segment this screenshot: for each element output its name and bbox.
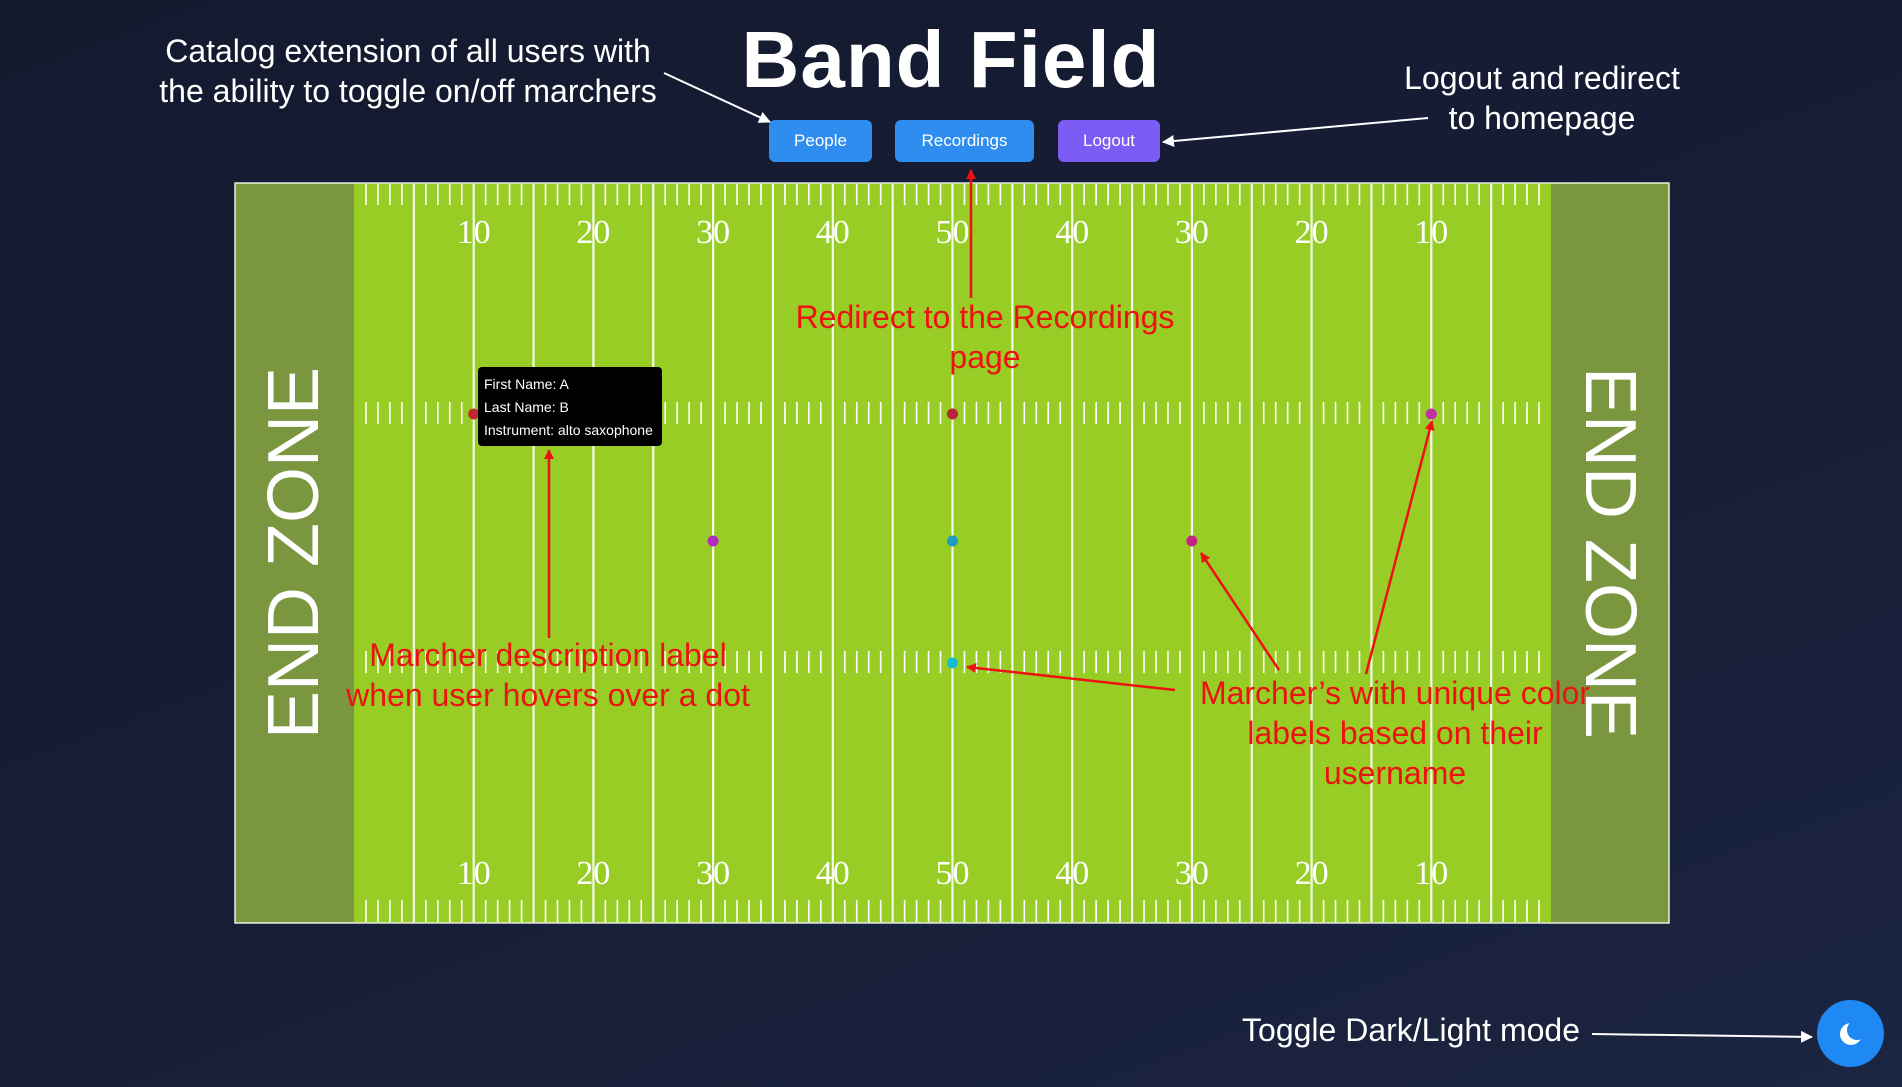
yard-number: 30 (696, 855, 730, 892)
marcher-dot (947, 657, 958, 669)
annotation-recordings-line: page (949, 339, 1021, 375)
yard-number: 50 (936, 855, 970, 892)
annotation-colors-line: labels based on their (1247, 715, 1543, 751)
annotation-people-line: Catalog extension of all users with (165, 33, 651, 69)
yard-number: 30 (1175, 214, 1209, 251)
yard-number: 20 (576, 214, 610, 251)
annotation-colors-line: username (1323, 755, 1467, 791)
marcher-dot (1425, 408, 1437, 420)
yard-number: 40 (816, 855, 850, 892)
football-field: 101020203030404050504040303020201010 END… (234, 72, 1813, 1043)
toggle-arrow (1591, 1030, 1813, 1043)
annotation-logout-line: Logout and redirect (1404, 60, 1680, 96)
marcher-dot (947, 535, 958, 547)
annotation-recordings-line: Redirect to the Recordings (795, 299, 1175, 335)
marcher-dot (707, 535, 719, 547)
marcher-tooltip: First Name: A Last Name: B Instrument: a… (478, 367, 662, 446)
yard-number: 10 (457, 855, 491, 892)
marcher-dot (947, 408, 958, 420)
yard-number: 40 (1055, 214, 1089, 251)
moon-icon (1839, 1019, 1866, 1045)
annotation-colors-line: Marcher’s with unique color (1199, 675, 1591, 711)
annotation-logout-line: to homepage (1448, 100, 1636, 136)
tooltip-first-name: First Name: A (484, 376, 569, 392)
yard-number: 40 (816, 214, 850, 251)
yard-number: 20 (1295, 855, 1329, 892)
annotation-toggle: Toggle Dark/Light mode (1242, 1012, 1580, 1048)
tooltip-instrument: Instrument: alto saxophone (484, 422, 653, 438)
yard-number: 30 (1175, 855, 1209, 892)
yard-number: 10 (1414, 855, 1448, 892)
annotation-hover-line: when user hovers over a dot (346, 677, 750, 713)
yard-number: 20 (576, 855, 610, 892)
yard-number: 50 (936, 214, 970, 251)
theme-toggle-button[interactable] (1817, 1000, 1884, 1067)
annotation-hover: Marcher description label when user hove… (320, 635, 776, 715)
annotation-recordings: Redirect to the Recordings page (765, 297, 1205, 377)
annotation-people: Catalog extension of all users with the … (120, 31, 696, 111)
yard-number: 40 (1055, 855, 1089, 892)
yard-number: 10 (457, 214, 491, 251)
marcher-dot (1186, 535, 1198, 547)
annotation-hover-line: Marcher description label (369, 637, 727, 673)
yard-number: 30 (696, 214, 730, 251)
yard-number: 10 (1414, 214, 1448, 251)
annotation-people-line: the ability to toggle on/off marchers (159, 73, 657, 109)
annotation-logout: Logout and redirect to homepage (1360, 58, 1724, 138)
yard-number: 20 (1295, 214, 1329, 251)
tooltip-last-name: Last Name: B (484, 399, 569, 415)
annotation-colors: Marcher’s with unique color labels based… (1165, 673, 1625, 793)
